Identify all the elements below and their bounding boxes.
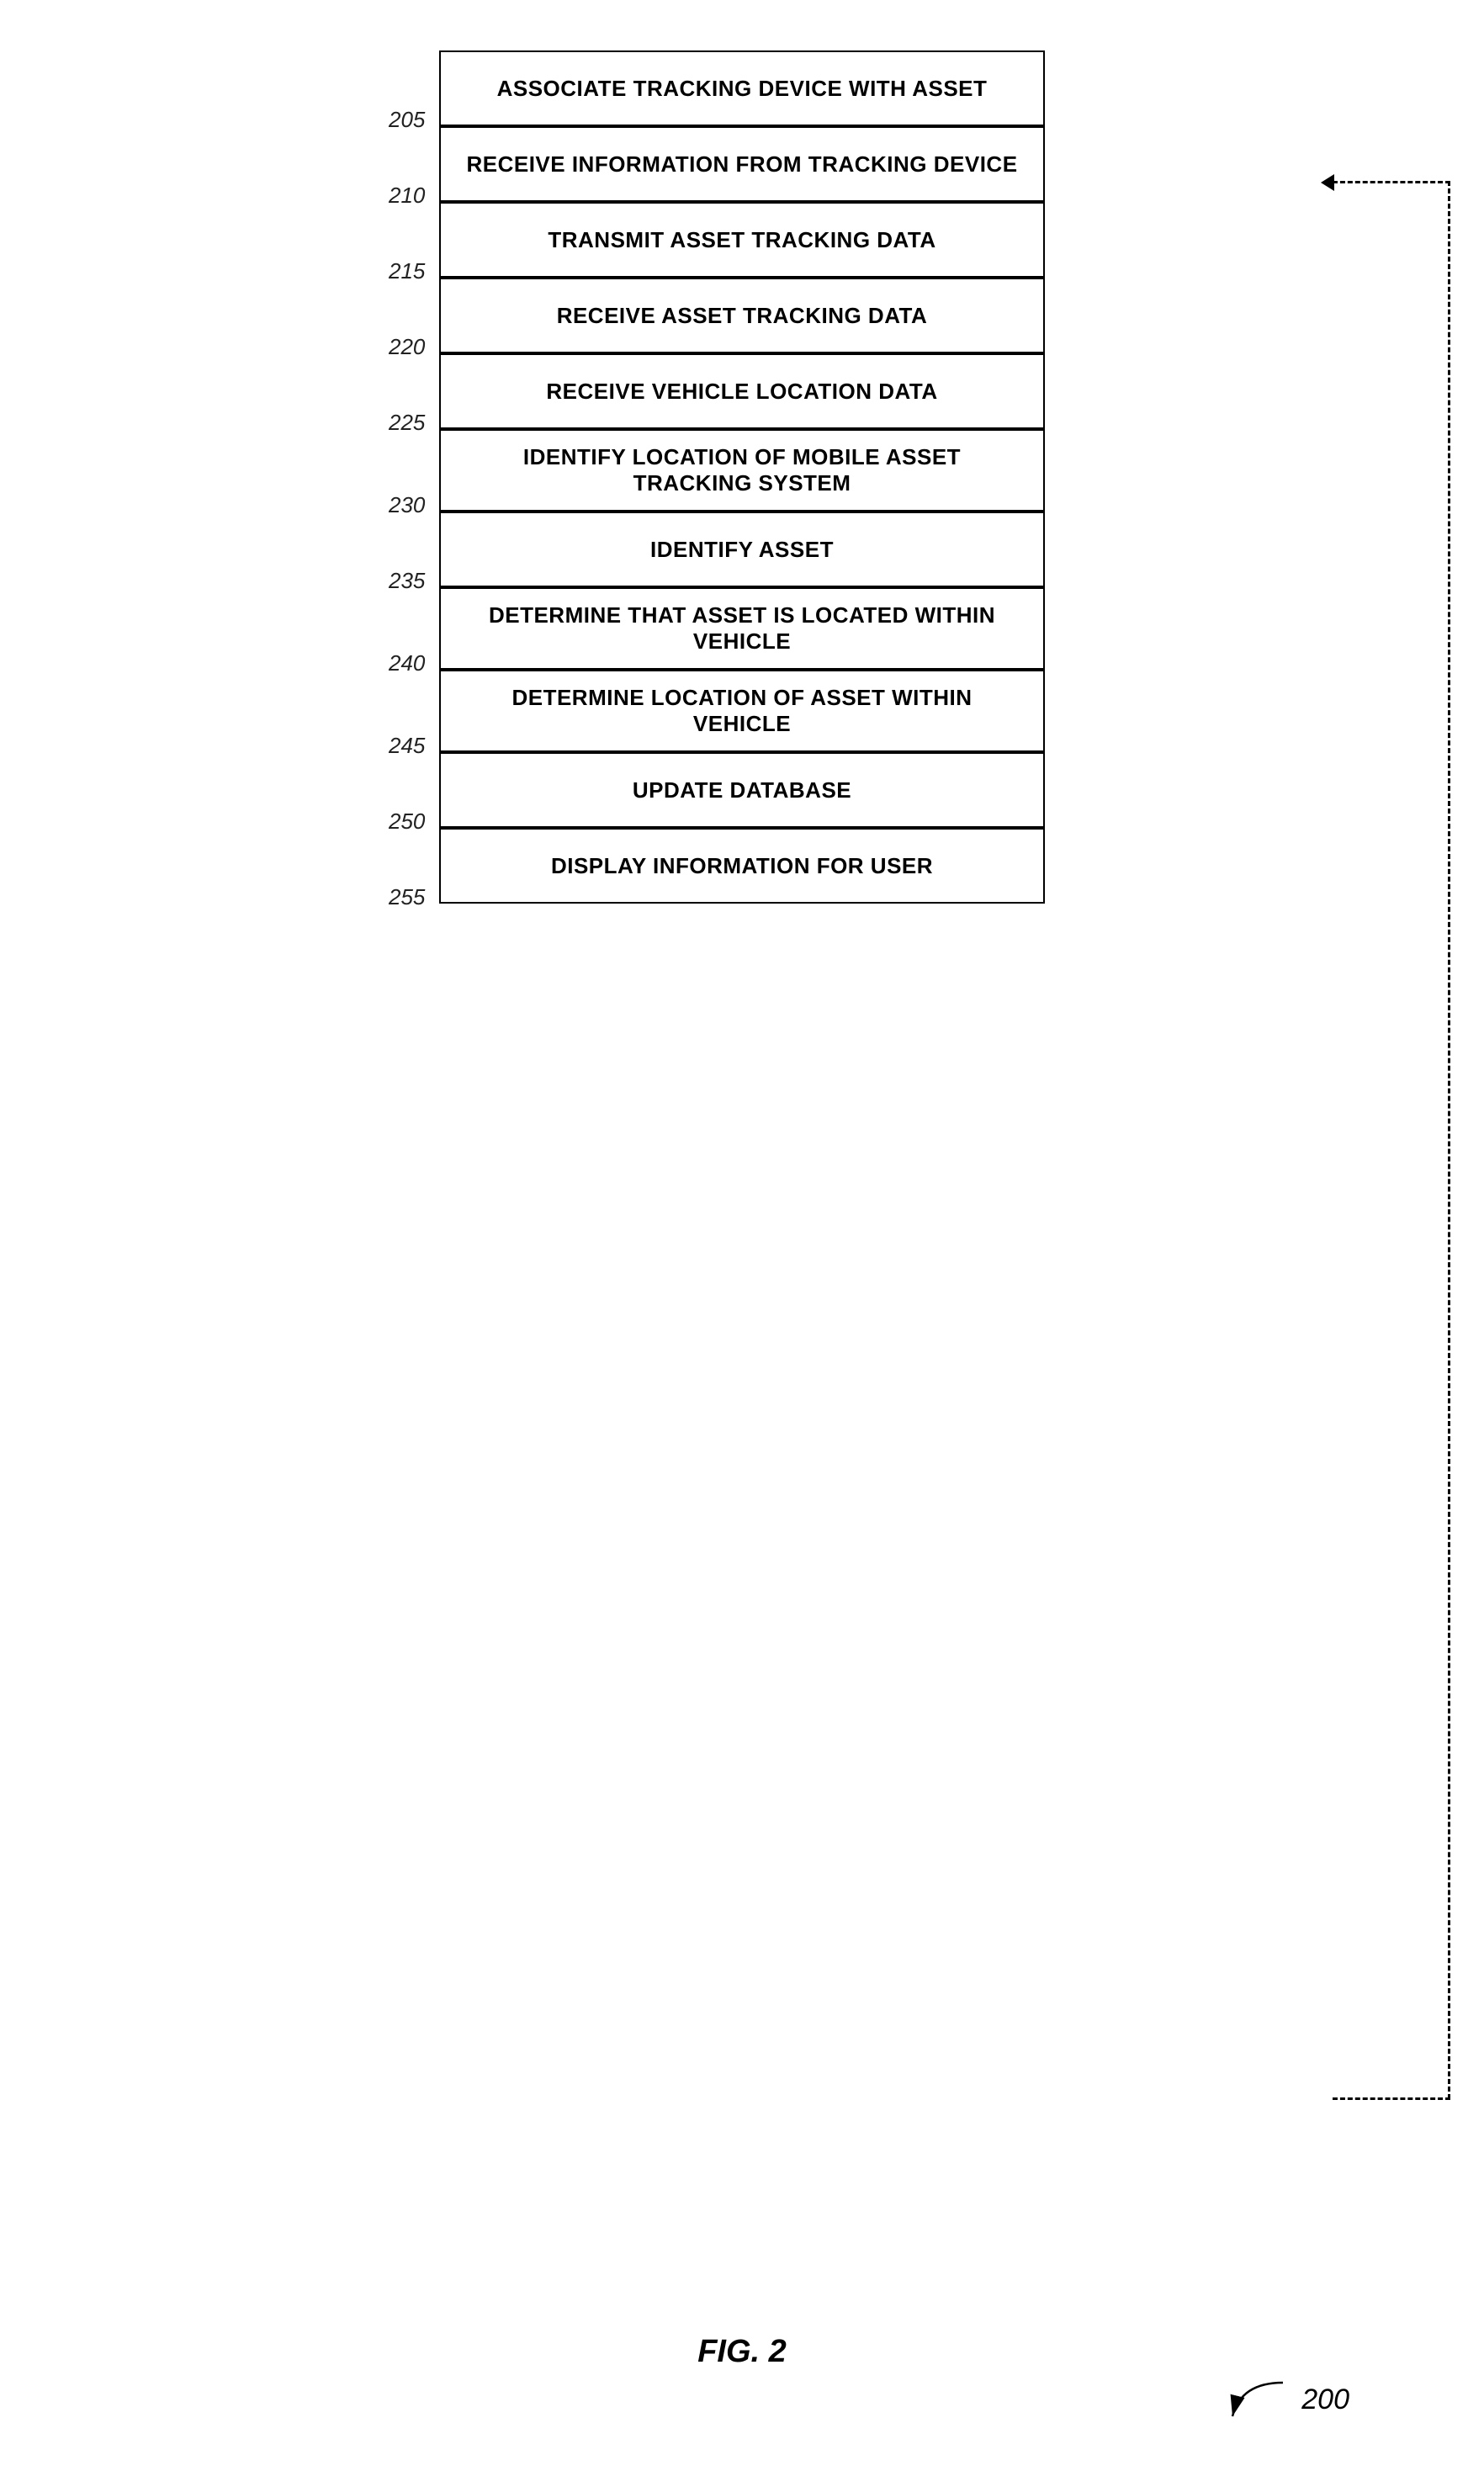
box-225-text: RECEIVE VEHICLE LOCATION DATA bbox=[546, 379, 937, 405]
step-235: IDENTIFY ASSET 235 bbox=[363, 512, 1121, 587]
step-215: TRANSMIT ASSET TRACKING DATA 215 bbox=[363, 202, 1121, 278]
step-255: DISPLAY INFORMATION FOR USER 255 bbox=[363, 828, 1121, 904]
feedback-bottom-horizontal bbox=[1333, 2097, 1450, 2100]
step-210: RECEIVE INFORMATION FROM TRACKING DEVICE… bbox=[363, 126, 1121, 202]
box-250: UPDATE DATABASE bbox=[439, 752, 1045, 828]
ref-200-container: 200 bbox=[1224, 2374, 1349, 2425]
flowchart: ASSOCIATE TRACKING DEVICE WITH ASSET 205… bbox=[363, 50, 1121, 904]
box-230-text: IDENTIFY LOCATION OF MOBILE ASSET TRACKI… bbox=[461, 444, 1023, 496]
box-210: RECEIVE INFORMATION FROM TRACKING DEVICE bbox=[439, 126, 1045, 202]
box-205-text: ASSOCIATE TRACKING DEVICE WITH ASSET bbox=[497, 76, 988, 102]
box-240-text: DETERMINE THAT ASSET IS LOCATED WITHIN V… bbox=[461, 602, 1023, 655]
feedback-arrowhead bbox=[1321, 174, 1334, 191]
box-205: ASSOCIATE TRACKING DEVICE WITH ASSET bbox=[439, 50, 1045, 126]
step-240: DETERMINE THAT ASSET IS LOCATED WITHIN V… bbox=[363, 587, 1121, 670]
step-225: RECEIVE VEHICLE LOCATION DATA 225 bbox=[363, 353, 1121, 429]
step-205: ASSOCIATE TRACKING DEVICE WITH ASSET 205 bbox=[363, 50, 1121, 126]
diagram-container: ASSOCIATE TRACKING DEVICE WITH ASSET 205… bbox=[0, 0, 1484, 2471]
box-235: IDENTIFY ASSET bbox=[439, 512, 1045, 587]
step-245: DETERMINE LOCATION OF ASSET WITHIN VEHIC… bbox=[363, 670, 1121, 752]
ref-200-label: 200 bbox=[1301, 2384, 1349, 2416]
box-245: DETERMINE LOCATION OF ASSET WITHIN VEHIC… bbox=[439, 670, 1045, 752]
box-255-text: DISPLAY INFORMATION FOR USER bbox=[551, 853, 933, 879]
figure-label: FIG. 2 bbox=[697, 2334, 787, 2370]
step-220: RECEIVE ASSET TRACKING DATA 220 bbox=[363, 278, 1121, 353]
box-230: IDENTIFY LOCATION OF MOBILE ASSET TRACKI… bbox=[439, 429, 1045, 512]
ref-200-arrow-icon bbox=[1224, 2374, 1291, 2425]
box-240: DETERMINE THAT ASSET IS LOCATED WITHIN V… bbox=[439, 587, 1045, 670]
box-215: TRANSMIT ASSET TRACKING DATA bbox=[439, 202, 1045, 278]
box-250-text: UPDATE DATABASE bbox=[633, 777, 851, 803]
box-245-text: DETERMINE LOCATION OF ASSET WITHIN VEHIC… bbox=[461, 685, 1023, 737]
feedback-dashed-line bbox=[1448, 181, 1450, 2099]
box-255: DISPLAY INFORMATION FOR USER bbox=[439, 828, 1045, 904]
step-250: UPDATE DATABASE 250 bbox=[363, 752, 1121, 828]
label-255: 255 bbox=[389, 884, 425, 910]
box-225: RECEIVE VEHICLE LOCATION DATA bbox=[439, 353, 1045, 429]
box-220: RECEIVE ASSET TRACKING DATA bbox=[439, 278, 1045, 353]
box-235-text: IDENTIFY ASSET bbox=[650, 537, 834, 563]
step-230: IDENTIFY LOCATION OF MOBILE ASSET TRACKI… bbox=[363, 429, 1121, 512]
box-210-text: RECEIVE INFORMATION FROM TRACKING DEVICE bbox=[466, 151, 1017, 178]
box-220-text: RECEIVE ASSET TRACKING DATA bbox=[557, 303, 928, 329]
feedback-top-horizontal bbox=[1333, 181, 1450, 183]
box-215-text: TRANSMIT ASSET TRACKING DATA bbox=[548, 227, 935, 253]
